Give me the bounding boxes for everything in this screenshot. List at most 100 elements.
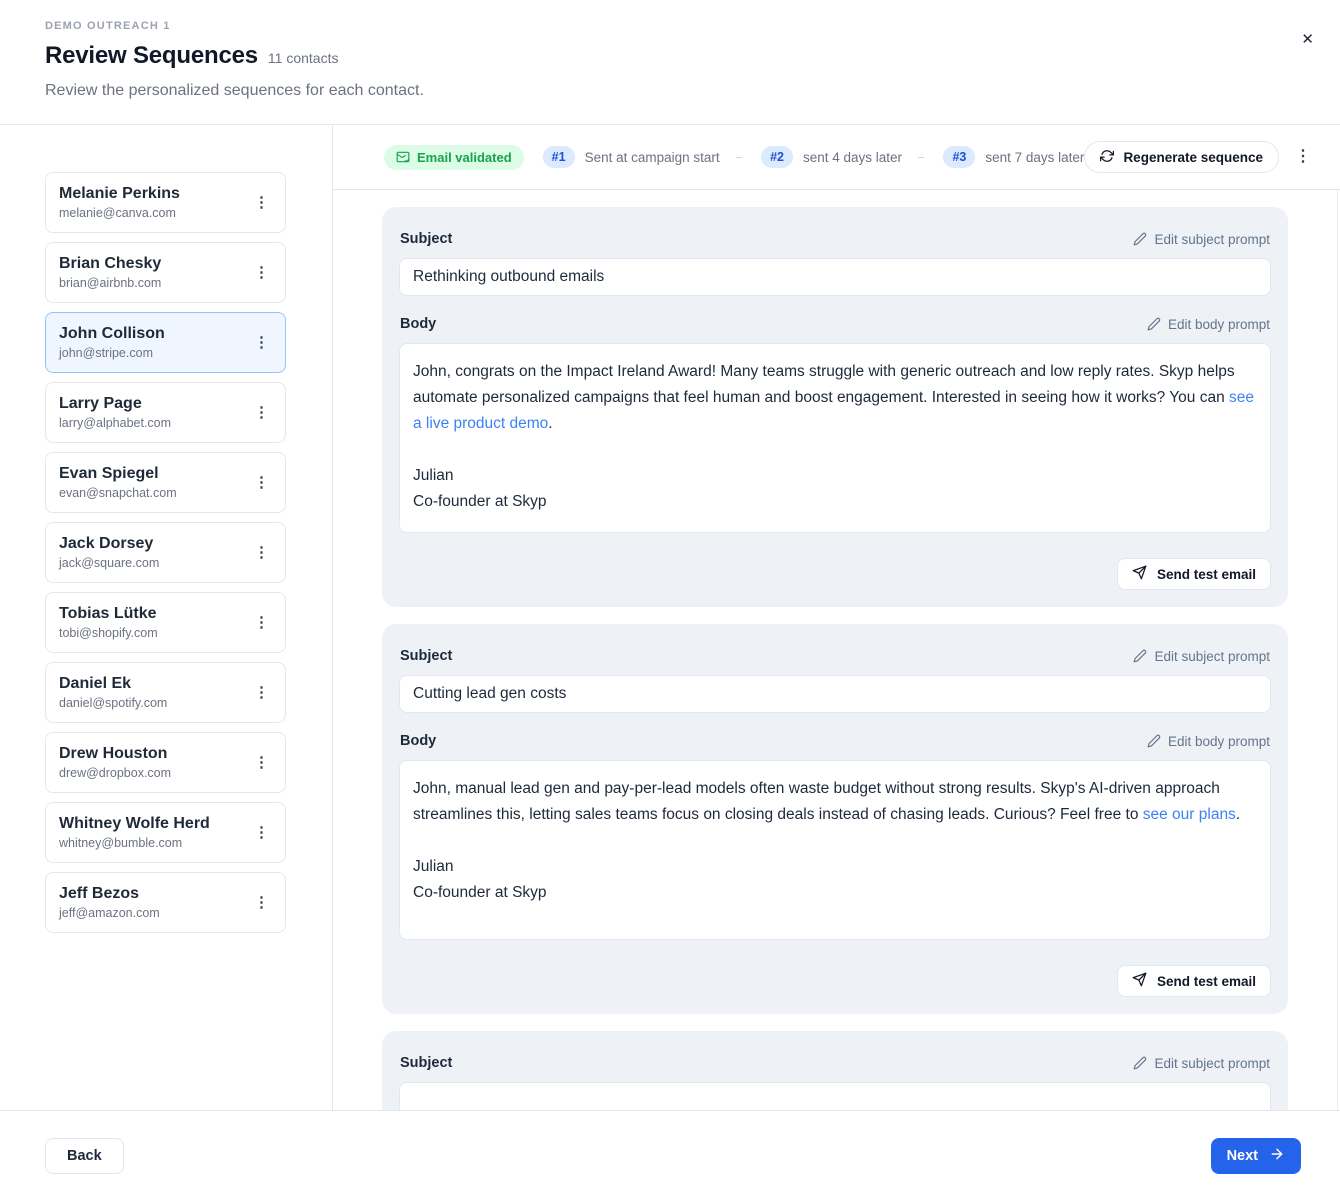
body-text-before-link: John, congrats on the Impact Ireland Awa… [413,363,1235,406]
step-connector [918,157,924,158]
contact-email: drew@dropbox.com [59,766,246,780]
contact-email: melanie@canva.com [59,206,246,220]
pencil-icon [1133,232,1147,246]
subject-input[interactable] [399,675,1271,713]
contact-card-whitney-wolfe-herd[interactable]: Whitney Wolfe Herd whitney@bumble.com ⋮ [45,802,286,863]
contact-email: john@stripe.com [59,346,246,360]
edit-body-prompt-label: Edit body prompt [1168,317,1270,332]
email-signature: Julian Co-founder at Skyp [413,854,1257,906]
contact-menu-icon[interactable]: ⋮ [246,611,277,634]
body-row: Body Edit body prompt [399,316,1271,332]
edit-subject-prompt-button[interactable]: Edit subject prompt [1133,1056,1270,1071]
contact-menu-icon[interactable]: ⋮ [246,821,277,844]
edit-body-prompt-label: Edit body prompt [1168,734,1270,749]
contact-card-brian-chesky[interactable]: Brian Chesky brian@airbnb.com ⋮ [45,242,286,303]
subject-row: Subject Edit subject prompt [399,1055,1271,1071]
regenerate-sequence-button[interactable]: Regenerate sequence [1084,141,1279,173]
contact-info: Tobias Lütke tobi@shopify.com [59,605,246,640]
edit-body-prompt-button[interactable]: Edit body prompt [1147,734,1270,749]
contact-card-daniel-ek[interactable]: Daniel Ek daniel@spotify.com ⋮ [45,662,286,723]
contact-email: brian@airbnb.com [59,276,246,290]
subject-input[interactable] [399,1082,1271,1110]
contact-email: whitney@bumble.com [59,836,246,850]
contact-list: Melanie Perkins melanie@canva.com ⋮ Bria… [0,125,333,1110]
sequence-step-3: #3 sent 7 days later [943,146,1084,168]
contact-info: Brian Chesky brian@airbnb.com [59,255,246,290]
body-text-before-link: John, manual lead gen and pay-per-lead m… [413,780,1220,823]
contact-card-john-collison[interactable]: John Collison john@stripe.com ⋮ [45,312,286,373]
contact-card-tobias-lutke[interactable]: Tobias Lütke tobi@shopify.com ⋮ [45,592,286,653]
modal-content: Melanie Perkins melanie@canva.com ⋮ Bria… [0,125,1340,1110]
contact-card-jack-dorsey[interactable]: Jack Dorsey jack@square.com ⋮ [45,522,286,583]
email-card-2: Subject Edit subject prompt Body [382,624,1288,1014]
contact-menu-icon[interactable]: ⋮ [246,471,277,494]
send-test-email-button[interactable]: Send test email [1117,965,1271,997]
body-row: Body Edit body prompt [399,733,1271,749]
contact-menu-icon[interactable]: ⋮ [246,261,277,284]
send-test-email-button[interactable]: Send test email [1117,558,1271,590]
pencil-icon [1147,734,1161,748]
email-card-3: Subject Edit subject prompt [382,1031,1288,1110]
pencil-icon [1147,317,1161,331]
pencil-icon [1133,1056,1147,1070]
contact-email: jack@square.com [59,556,246,570]
contact-menu-icon[interactable]: ⋮ [246,681,277,704]
email-body-editor[interactable]: John, congrats on the Impact Ireland Awa… [399,343,1271,533]
body-label: Body [400,316,436,332]
contact-card-jeff-bezos[interactable]: Jeff Bezos jeff@amazon.com ⋮ [45,872,286,933]
email-body-editor[interactable]: John, manual lead gen and pay-per-lead m… [399,760,1271,940]
scrollbar[interactable] [1337,190,1338,1110]
contact-info: Daniel Ek daniel@spotify.com [59,675,246,710]
contact-email: larry@alphabet.com [59,416,246,430]
edit-subject-prompt-button[interactable]: Edit subject prompt [1133,232,1270,247]
modal-header: DEMO OUTREACH 1 Review Sequences 11 cont… [0,0,1340,125]
contact-name: Jack Dorsey [59,535,246,553]
step-number-badge: #1 [543,146,575,168]
contact-info: Jeff Bezos jeff@amazon.com [59,885,246,920]
edit-subject-prompt-button[interactable]: Edit subject prompt [1133,649,1270,664]
contact-menu-icon[interactable]: ⋮ [246,891,277,914]
body-link[interactable]: see our plans [1143,806,1236,823]
contact-name: Melanie Perkins [59,185,246,203]
contact-email: daniel@spotify.com [59,696,246,710]
contact-menu-icon[interactable]: ⋮ [246,191,277,214]
subject-label: Subject [400,648,452,664]
contact-card-evan-spiegel[interactable]: Evan Spiegel evan@snapchat.com ⋮ [45,452,286,513]
subject-input[interactable] [399,258,1271,296]
contact-card-larry-page[interactable]: Larry Page larry@alphabet.com ⋮ [45,382,286,443]
regenerate-sequence-label: Regenerate sequence [1123,150,1263,165]
email-cards-scroll-area[interactable]: Subject Edit subject prompt Body [333,190,1340,1110]
signature-name: Julian [413,858,454,875]
mail-check-icon [396,150,410,164]
contact-name: Evan Spiegel [59,465,246,483]
step-timing: Sent at campaign start [585,150,720,165]
next-button[interactable]: Next [1211,1138,1301,1174]
sequence-menu-icon[interactable]: ⋮ [1286,145,1320,169]
contact-name: Larry Page [59,395,246,413]
contact-info: John Collison john@stripe.com [59,325,246,360]
step-timing: sent 7 days later [985,150,1084,165]
contact-name: Tobias Lütke [59,605,246,623]
close-icon[interactable]: ✕ [1297,28,1318,51]
contact-card-drew-houston[interactable]: Drew Houston drew@dropbox.com ⋮ [45,732,286,793]
contact-card-melanie-perkins[interactable]: Melanie Perkins melanie@canva.com ⋮ [45,172,286,233]
contact-name: Drew Houston [59,745,246,763]
step-connector [736,157,742,158]
signature-title: Co-founder at Skyp [413,493,547,510]
edit-body-prompt-button[interactable]: Edit body prompt [1147,317,1270,332]
contact-menu-icon[interactable]: ⋮ [246,331,277,354]
contact-menu-icon[interactable]: ⋮ [246,751,277,774]
subject-label: Subject [400,231,452,247]
step-timing: sent 4 days later [803,150,902,165]
contact-menu-icon[interactable]: ⋮ [246,401,277,424]
paper-plane-icon [1132,972,1147,990]
contact-info: Whitney Wolfe Herd whitney@bumble.com [59,815,246,850]
modal-footer: Back Next [0,1110,1340,1200]
back-button[interactable]: Back [45,1138,124,1174]
contact-menu-icon[interactable]: ⋮ [246,541,277,564]
review-sequences-modal: DEMO OUTREACH 1 Review Sequences 11 cont… [0,0,1340,1200]
refresh-icon [1100,149,1114,166]
signature-title: Co-founder at Skyp [413,884,547,901]
signature-name: Julian [413,467,454,484]
edit-subject-prompt-label: Edit subject prompt [1154,649,1270,664]
